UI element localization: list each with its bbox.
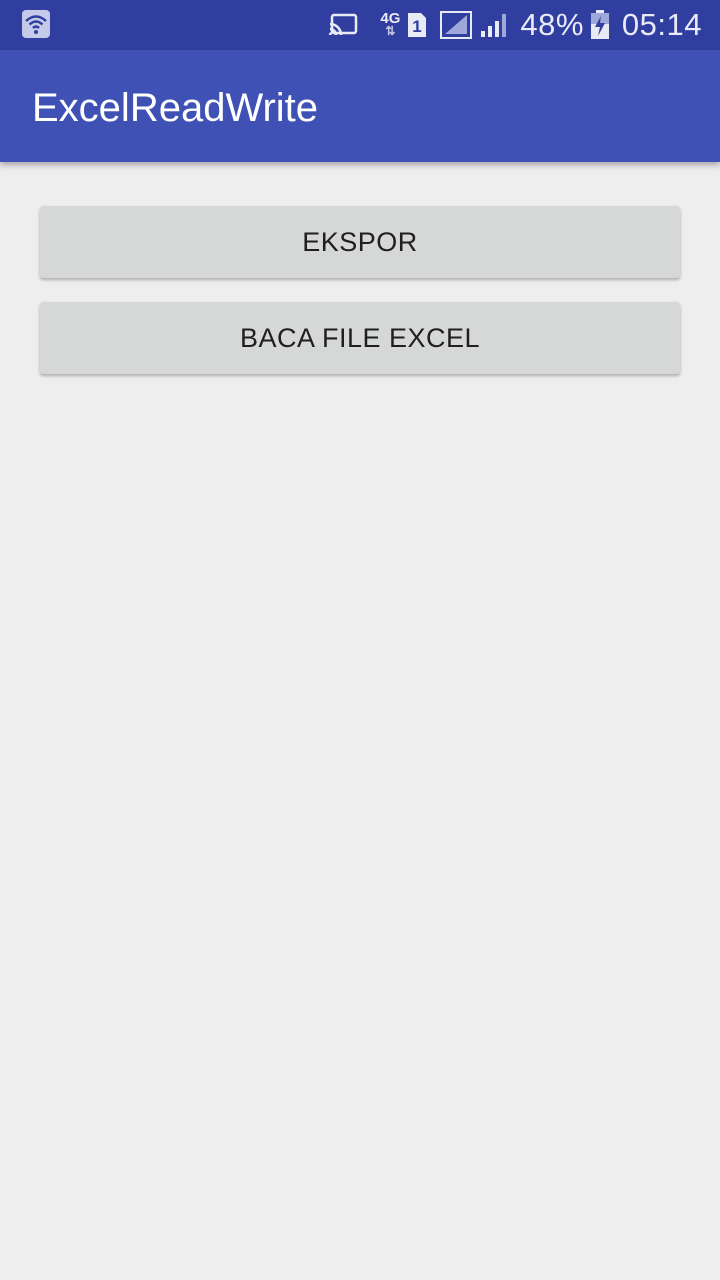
signal-icon [480, 12, 508, 38]
wifi-icon [22, 10, 50, 38]
battery-charging-icon [590, 10, 610, 40]
signal-empty-icon [440, 11, 473, 39]
data-transfer-icon: 4G ⇅ [380, 10, 401, 38]
cast-icon [328, 13, 358, 37]
read-excel-file-button[interactable]: BACA FILE EXCEL [40, 302, 680, 374]
export-button[interactable]: EKSPOR [40, 206, 680, 278]
app-title: ExcelReadWrite [32, 86, 319, 130]
sim-1-icon: 1 [406, 11, 428, 39]
status-bar: 4G ⇅ 1 48% 05:14 [0, 0, 720, 50]
app-bar: ExcelReadWrite [0, 50, 720, 162]
clock: 05:14 [621, 7, 702, 42]
sim-slot-label: 1 [413, 17, 422, 36]
battery-percent: 48% [520, 7, 584, 42]
